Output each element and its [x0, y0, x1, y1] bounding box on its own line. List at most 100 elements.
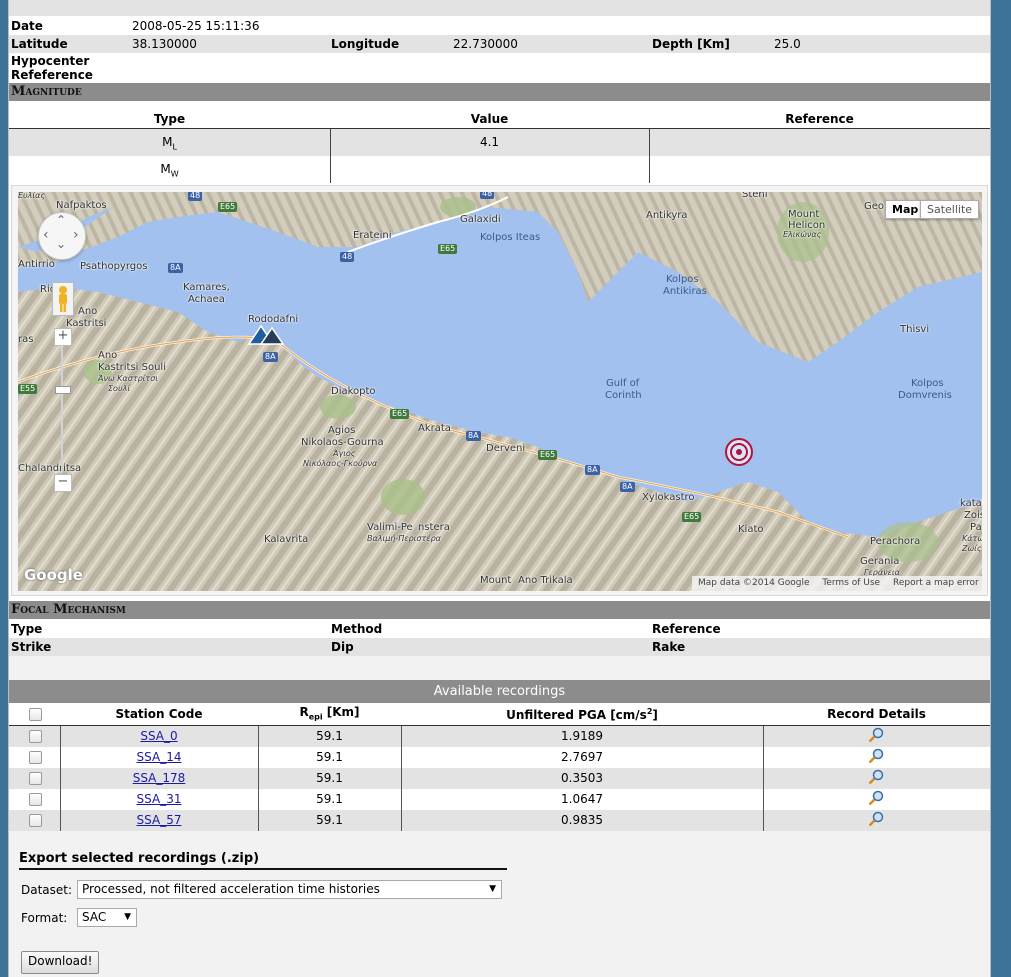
row-checkbox[interactable] — [29, 772, 42, 785]
map-label: Thisvi — [900, 324, 930, 335]
focal-method-label: Method — [331, 622, 383, 636]
focal-section-title: Focal Mechanism — [9, 601, 990, 619]
pan-control[interactable]: ⌃ ⌄ ‹ › — [38, 212, 86, 260]
map-terms-link[interactable]: Terms of Use — [822, 578, 880, 588]
google-logo: Google — [24, 566, 83, 584]
road-shield: 8A — [466, 431, 481, 441]
station-link[interactable]: SSA_31 — [137, 792, 182, 806]
focal-row-1: Type Method Reference — [9, 620, 990, 638]
zoom-in-button[interactable]: + — [54, 328, 72, 346]
table-row: SSA_178 59.1 0.3503 — [9, 768, 990, 790]
map-label: Mount — [480, 575, 512, 586]
station-link[interactable]: SSA_57 — [137, 813, 182, 827]
station-link[interactable]: SSA_0 — [140, 729, 177, 743]
road-shield: 48 — [188, 192, 203, 201]
epicenter-marker — [725, 438, 753, 466]
row-checkbox[interactable] — [29, 793, 42, 806]
road-shield: 48 — [480, 192, 495, 199]
table-row: SSA_57 59.1 0.9835 — [9, 810, 990, 832]
repi-value: 59.1 — [316, 771, 343, 785]
repi-value: 59.1 — [316, 750, 343, 764]
pan-right-icon[interactable]: › — [73, 227, 79, 243]
zoom-track[interactable] — [61, 345, 63, 473]
magnifier-icon[interactable] — [868, 769, 884, 785]
map-label: Galaxidi — [460, 214, 501, 225]
map-frame: Nafpaktos Ευλίας Galaxidi Antikyra Steni… — [11, 185, 988, 596]
map-label: katat — [960, 498, 982, 509]
format-select[interactable]: SAC ▼ — [77, 908, 137, 927]
magnifier-icon[interactable] — [868, 748, 884, 764]
map-label: Ελικώνας — [783, 230, 822, 239]
dataset-label: Dataset: — [21, 883, 73, 897]
recordings-title: Available recordings — [9, 680, 990, 703]
pga-value: 2.7697 — [561, 750, 603, 764]
pan-down-icon[interactable]: ⌄ — [56, 237, 66, 251]
map-label: Kiato — [738, 524, 764, 535]
pan-left-icon[interactable]: ‹ — [43, 227, 49, 243]
table-row: SSA_0 59.1 1.9189 — [9, 726, 990, 748]
magnitude-type: MW — [160, 162, 179, 179]
map-label: Valimi-Pe — [367, 522, 413, 533]
zoom-slider-handle[interactable] — [55, 386, 71, 394]
row-checkbox[interactable] — [29, 751, 42, 764]
export-title: Export selected recordings (.zip) — [19, 851, 260, 866]
magnitude-type: ML — [162, 135, 177, 152]
road-shield: E55 — [18, 384, 38, 394]
magnifier-icon[interactable] — [868, 790, 884, 806]
magnifier-icon[interactable] — [868, 727, 884, 743]
dataset-select[interactable]: Processed, not filtered acceleration tim… — [77, 880, 502, 899]
station-link[interactable]: SSA_178 — [133, 771, 186, 785]
map-type-satellite-button[interactable]: Satellite — [920, 200, 980, 219]
export-panel: Export selected recordings (.zip) Datase… — [9, 831, 990, 977]
street-view-pegman-icon[interactable] — [52, 282, 74, 316]
date-label: Date — [11, 19, 43, 33]
map-terrain — [18, 192, 982, 591]
download-button[interactable]: Download! — [21, 951, 100, 974]
hypocenter-label-2: Refeference — [11, 68, 93, 82]
date-row: Date 2008-05-25 15:11:36 — [9, 17, 990, 35]
map-label: Νικόλαος-Γκούρνα — [303, 459, 378, 468]
top-strip — [9, 0, 990, 16]
map-report-link[interactable]: Report a map error — [893, 578, 979, 588]
map-label: Diakopto — [331, 386, 376, 397]
map-label: Xylokastro — [642, 492, 695, 503]
map-label: Kastritsi Souli — [98, 362, 166, 373]
zoom-out-button[interactable]: − — [54, 474, 72, 492]
magnitude-value: 4.1 — [479, 135, 500, 149]
map-label: Geo — [864, 201, 885, 212]
magnifier-icon[interactable] — [868, 811, 884, 827]
map-label: Gulf of — [606, 378, 640, 389]
row-checkbox[interactable] — [29, 814, 42, 827]
map-canvas[interactable]: Nafpaktos Ευλίας Galaxidi Antikyra Steni… — [18, 192, 982, 591]
map-label: Ευλίας — [18, 192, 46, 200]
format-select-value: SAC — [82, 910, 107, 924]
recordings-header: Station Code Repi [Km] Unfiltered PGA [c… — [9, 703, 990, 726]
map-label: Perachora — [870, 536, 921, 547]
pga-value: 1.9189 — [561, 729, 603, 743]
map-label: Σουλί — [108, 384, 131, 393]
longitude-label: Longitude — [331, 37, 400, 51]
pan-up-icon[interactable]: ⌃ — [56, 213, 66, 227]
map-label: Kolpos — [666, 274, 699, 285]
dropdown-arrow-icon: ▼ — [489, 884, 496, 894]
dataset-select-value: Processed, not filtered acceleration tim… — [82, 882, 380, 896]
station-link[interactable]: SSA_14 — [137, 750, 182, 764]
road-shield: 8A — [168, 263, 183, 273]
format-label: Format: — [21, 911, 68, 925]
recordings-table-body: SSA_0 59.1 1.9189 SSA_14 59.1 2.7697 SSA… — [9, 726, 990, 832]
map-label: Psathopyrgos — [80, 261, 148, 272]
row-checkbox[interactable] — [29, 730, 42, 743]
road-shield: 8A — [585, 465, 600, 475]
map-label: Kolpos — [911, 378, 944, 389]
map-label: Zois — [964, 510, 982, 521]
col-pga: Unfiltered PGA [cm/s2] — [506, 707, 658, 722]
depth-value: 25.0 — [774, 37, 801, 51]
map-label: Agios — [328, 425, 356, 436]
map-label: Corinth — [605, 390, 642, 401]
map-label: Gerania — [860, 556, 900, 567]
road-shield: 8A — [620, 482, 635, 492]
road-shield: E65 — [438, 244, 458, 254]
map-label: Domvrenis — [898, 390, 952, 401]
select-all-checkbox[interactable] — [29, 708, 42, 721]
magnitude-divider — [330, 129, 331, 183]
